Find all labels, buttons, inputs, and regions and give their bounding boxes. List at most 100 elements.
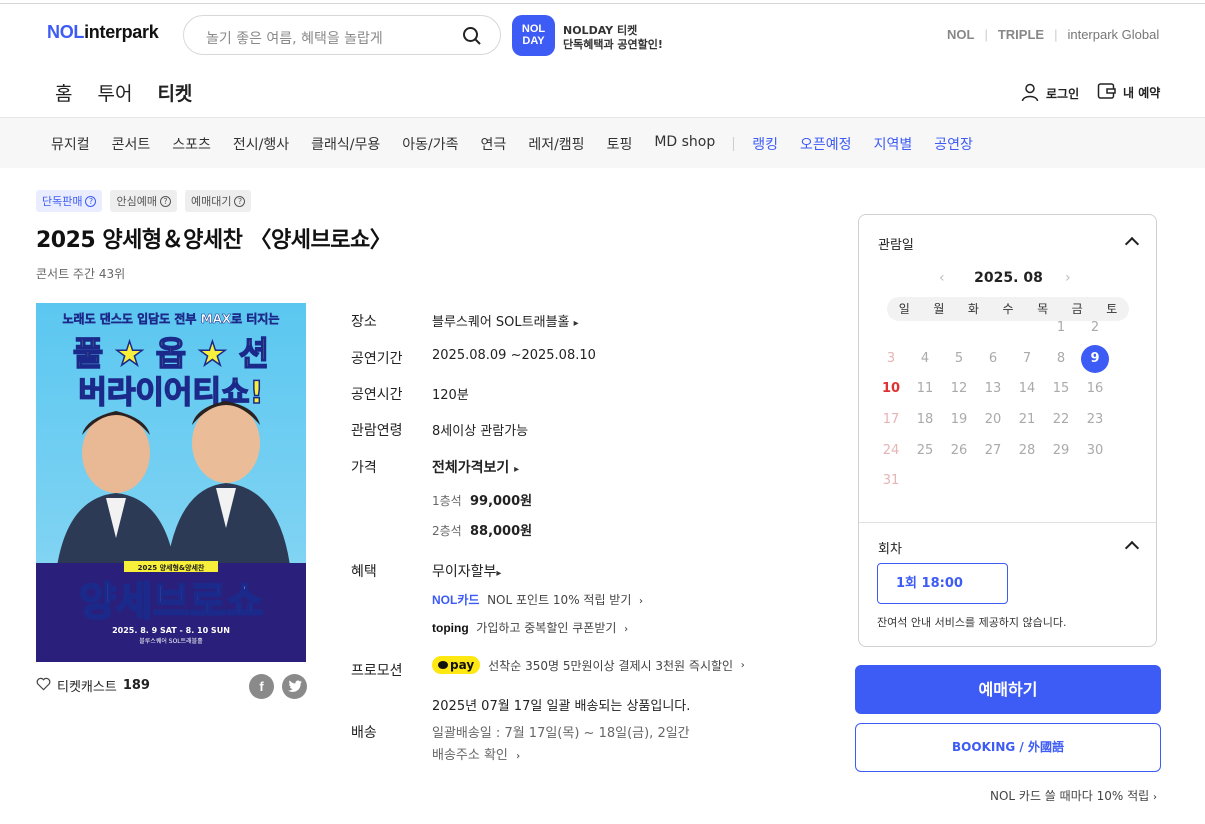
category-sports[interactable]: 스포츠 <box>172 134 211 154</box>
caret-right-icon: ▸ <box>573 318 579 329</box>
venue-link[interactable]: 블루스퀘어 SOL트래블홀 ▸ <box>432 311 579 330</box>
nol-point-link[interactable]: NOL카드 NOL 포인트 10% 적립 받기 › <box>432 591 643 608</box>
calendar-day[interactable]: 1 <box>1047 314 1075 342</box>
search-icon[interactable] <box>462 26 482 50</box>
badge-waitlist[interactable]: 예매대기? <box>184 190 252 212</box>
main-nav: 홈 투어 티켓 <box>55 79 217 121</box>
calendar-day[interactable]: 2 <box>1081 314 1109 342</box>
price-all-link[interactable]: 전체가격보기 ▸ <box>432 457 519 477</box>
nav-ticket[interactable]: 티켓 <box>151 79 199 121</box>
calendar-day[interactable]: 27 <box>979 437 1007 465</box>
site-logo[interactable]: NOLinterpark <box>47 22 159 43</box>
wallet-icon <box>1097 82 1117 103</box>
nol-card-link[interactable]: NOL 카드 쓸 때마다 10% 적립 › <box>990 787 1157 804</box>
delivery-address-link[interactable]: 배송주소 확인 › <box>432 744 520 763</box>
poster-tagline: 노래도 댄스도 입담도 전부 MAX로 터지는 <box>63 311 280 326</box>
calendar-day[interactable]: 26 <box>945 437 973 465</box>
category-leisure[interactable]: 레저/캠핑 <box>528 134 584 154</box>
ranking-text[interactable]: 콘서트 주간 43위 <box>36 265 125 282</box>
nav-tour[interactable]: 투어 <box>97 79 132 118</box>
foreign-booking-button[interactable]: BOOKING / 外國語 <box>855 723 1161 772</box>
category-open-soon[interactable]: 오픈예정 <box>800 134 852 154</box>
calendar-day[interactable]: 13 <box>979 375 1007 403</box>
calendar-day[interactable]: 29 <box>1047 437 1075 465</box>
calendar-day[interactable]: 18 <box>911 406 939 434</box>
divider <box>859 522 1156 523</box>
badge-safe[interactable]: 안심예매? <box>110 190 177 212</box>
calendar-day[interactable]: 17 <box>877 406 905 434</box>
kakaopay-promo[interactable]: pay 선착순 350명 5만원이상 결제시 3천원 즉시할인 › <box>432 656 745 674</box>
heart-icon[interactable] <box>36 677 51 695</box>
toping-link[interactable]: toping 가입하고 중복할인 쿠폰받기 › <box>432 619 628 636</box>
calendar-day[interactable]: 10 <box>877 375 905 403</box>
period-label: 공연기간 <box>351 351 403 367</box>
session-option[interactable]: 1회 18:00 <box>877 563 1008 604</box>
ticketcast-like[interactable]: 티켓캐스트 189 <box>36 676 150 695</box>
category-musical[interactable]: 뮤지컬 <box>51 134 90 154</box>
category-classic[interactable]: 클래식/무용 <box>311 134 380 154</box>
calendar-day[interactable]: 19 <box>945 406 973 434</box>
facebook-icon[interactable]: f <box>249 674 274 699</box>
help-icon: ? <box>234 195 246 207</box>
calendar-day[interactable]: 14 <box>1013 375 1041 403</box>
badge-exclusive[interactable]: 단독판매? <box>36 190 103 212</box>
calendar-day[interactable]: 12 <box>945 375 973 403</box>
calendar-day[interactable]: 8 <box>1047 345 1075 373</box>
calendar-day[interactable]: 7 <box>1013 345 1041 373</box>
calendar-day[interactable]: 23 <box>1081 406 1109 434</box>
calendar-day[interactable]: 30 <box>1081 437 1109 465</box>
calendar-day[interactable]: 16 <box>1081 375 1109 403</box>
category-toping[interactable]: 토핑 <box>607 134 633 154</box>
chevron-up-icon[interactable] <box>1124 540 1140 556</box>
calendar-day[interactable]: 3 <box>877 345 905 373</box>
delivery-date: 일괄배송일 : 7월 17일(목) ~ 18일(금), 2일간 <box>432 726 690 741</box>
date-picker-panel: 관람일 ‹ 2025. 08 › 일 월 화 수 목 금 토 123456789… <box>858 214 1157 647</box>
calendar-day[interactable]: 28 <box>1013 437 1041 465</box>
calendar-day[interactable]: 9 <box>1081 345 1109 373</box>
next-month-button[interactable]: › <box>1065 270 1071 286</box>
nav-home[interactable]: 홈 <box>55 79 72 118</box>
reservation-link[interactable]: 내 예약 <box>1097 82 1160 103</box>
brand-triple[interactable]: TRIPLE <box>998 27 1044 42</box>
poster-name-tag: 2025 양세형&양세찬 <box>138 563 205 572</box>
category-kids[interactable]: 아동/가족 <box>402 134 458 154</box>
calendar-day[interactable]: 24 <box>877 437 905 465</box>
installment-link[interactable]: 무이자할부▸ <box>432 561 501 581</box>
calendar-day[interactable]: 15 <box>1047 375 1075 403</box>
brand-global[interactable]: interpark Global <box>1067 27 1159 42</box>
promotion-label: 프로모션 <box>351 663 403 679</box>
nolday-subtitle[interactable]: 단독혜택과 공연할인! <box>563 36 663 52</box>
calendar-day[interactable]: 25 <box>911 437 939 465</box>
chevron-up-icon[interactable] <box>1124 236 1140 252</box>
nolday-badge[interactable]: NOL DAY <box>512 15 555 56</box>
category-play[interactable]: 연극 <box>481 134 507 154</box>
calendar-day[interactable]: 22 <box>1047 406 1075 434</box>
calendar-day[interactable]: 31 <box>877 467 905 495</box>
category-region[interactable]: 지역별 <box>874 134 913 154</box>
book-button[interactable]: 예매하기 <box>855 665 1161 714</box>
login-link[interactable]: 로그인 <box>1020 82 1079 105</box>
nolday-badge-line2: DAY <box>522 35 545 47</box>
login-label: 로그인 <box>1046 87 1080 101</box>
brand-nol[interactable]: NOL <box>947 27 974 42</box>
category-ranking[interactable]: 랭킹 <box>752 134 778 154</box>
price-row: 2층석 88,000원 <box>432 520 532 539</box>
category-concert[interactable]: 콘서트 <box>112 134 151 154</box>
category-list: 뮤지컬 콘서트 스포츠 전시/행사 클래식/무용 아동/가족 연극 레저/캠핑 … <box>51 134 995 154</box>
calendar-month: 2025. 08 <box>974 270 1043 286</box>
twitter-icon[interactable] <box>282 674 307 699</box>
calendar-day[interactable]: 21 <box>1013 406 1041 434</box>
search-box[interactable]: 놀기 좋은 여름, 혜택을 놀랍게 <box>183 15 501 55</box>
calendar-day[interactable]: 20 <box>979 406 1007 434</box>
installment-label: 무이자할부 <box>432 564 497 580</box>
calendar-day[interactable]: 4 <box>911 345 939 373</box>
calendar-day[interactable]: 5 <box>945 345 973 373</box>
badge-label: 예매대기 <box>190 195 232 208</box>
category-venue[interactable]: 공연장 <box>934 134 973 154</box>
runtime-label: 공연시간 <box>351 387 403 403</box>
calendar-day[interactable]: 6 <box>979 345 1007 373</box>
search-input[interactable]: 놀기 좋은 여름, 혜택을 놀랍게 <box>206 28 383 48</box>
category-mdshop[interactable]: MD shop <box>654 134 715 154</box>
category-exhibition[interactable]: 전시/행사 <box>233 134 289 154</box>
calendar-day[interactable]: 11 <box>911 375 939 403</box>
